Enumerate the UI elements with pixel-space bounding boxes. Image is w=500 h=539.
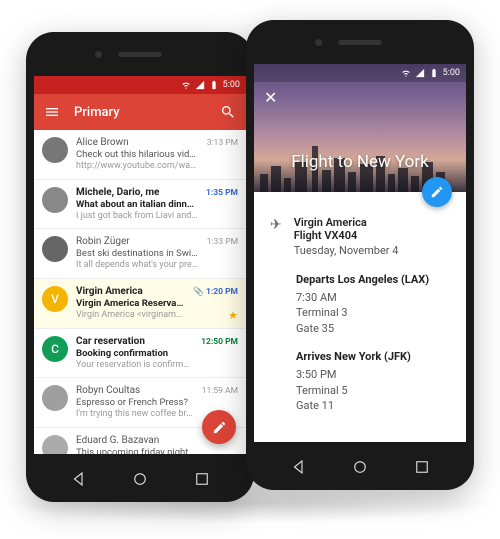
arrival-time: 3:50 PM: [296, 367, 450, 382]
phone-flight: 5:00 ✕: [246, 20, 474, 490]
sender: Robyn Coultas: [76, 385, 194, 397]
sender: Robin Züger: [76, 236, 199, 248]
flight-details: ✈ Virgin America Flight VX404 Tuesday, N…: [254, 192, 466, 437]
sender: Virgin America: [76, 286, 185, 298]
arrival-gate: Gate 11: [296, 398, 450, 413]
email-row[interactable]: V Virgin AmericaVirgin America Reservatio…: [34, 279, 246, 329]
back-button[interactable]: [290, 458, 308, 476]
inbox-title: Primary: [74, 105, 206, 120]
sender: Car reservation: [76, 336, 193, 348]
snippet: Your reservation is confirmed. Please...: [76, 360, 193, 371]
flight-date: Tuesday, November 4: [294, 244, 399, 257]
android-navbar: [246, 452, 474, 482]
snippet: Virgin America <virginamerica@elev...: [76, 310, 185, 321]
attachment-icon: 📎: [193, 287, 204, 297]
edit-fab[interactable]: [422, 177, 452, 207]
email-row[interactable]: Michele, Dario, meWhat about an italian …: [34, 180, 246, 230]
email-time: 11:59 AM: [202, 385, 238, 396]
close-icon[interactable]: ✕: [264, 88, 277, 107]
departure-gate: Gate 35: [296, 321, 450, 336]
wifi-icon: [401, 68, 411, 78]
subject: Virgin America Reservation VX404: [76, 298, 185, 310]
email-content: Robyn CoultasEspresso or French Press?I'…: [76, 385, 194, 420]
phone-gmail: 5:00 Primary Alice BrownCheck out this h…: [26, 32, 254, 502]
avatar: [42, 385, 68, 411]
email-time: 📎 1:20 PM: [193, 286, 238, 297]
departure-section: Departs Los Angeles (LAX) 7:30 AM Termin…: [296, 273, 450, 336]
compose-fab[interactable]: [202, 410, 236, 444]
email-content: Michele, Dario, meWhat about an italian …: [76, 187, 198, 222]
sender: Alice Brown: [76, 137, 199, 149]
avatar: C: [42, 336, 68, 362]
status-time: 5:00: [223, 80, 240, 90]
battery-icon: [429, 68, 439, 78]
avatar: [42, 187, 68, 213]
departure-terminal: Terminal 3: [296, 305, 450, 320]
status-bar: 5:00: [34, 76, 246, 94]
gmail-header: Primary: [34, 94, 246, 130]
flight-hero: 5:00 ✕: [254, 64, 466, 192]
email-time: 12:50 PM: [201, 336, 238, 347]
recents-button[interactable]: [193, 470, 211, 488]
email-content: Virgin AmericaVirgin America Reservation…: [76, 286, 185, 321]
subject: Espresso or French Press?: [76, 397, 194, 409]
snippet: I just got back from Liavi and I've plen…: [76, 211, 198, 222]
pencil-icon: [430, 185, 444, 199]
signal-icon: [195, 80, 205, 90]
star-icon[interactable]: ★: [228, 309, 238, 322]
email-content: Robin ZügerBest ski destinations in Swit…: [76, 236, 199, 271]
avatar: [42, 137, 68, 163]
arrival-head: Arrives New York (JFK): [296, 350, 450, 363]
email-time: 1:33 PM: [207, 236, 238, 247]
home-button[interactable]: [351, 458, 369, 476]
wifi-icon: [181, 80, 191, 90]
avatar: [42, 236, 68, 262]
status-bar: 5:00: [254, 64, 466, 82]
screen-gmail: 5:00 Primary Alice BrownCheck out this h…: [34, 76, 246, 454]
search-icon[interactable]: [220, 104, 236, 120]
departure-time: 7:30 AM: [296, 290, 450, 305]
screen-flight: 5:00 ✕: [254, 64, 466, 442]
arrival-section: Arrives New York (JFK) 3:50 PM Terminal …: [296, 350, 450, 413]
status-time: 5:00: [443, 68, 460, 78]
subject: This upcoming friday night: [76, 447, 230, 454]
snippet: I'm trying this new coffee brewing place…: [76, 409, 194, 420]
subject: Check out this hilarious video!: [76, 149, 199, 161]
pencil-icon: [212, 420, 227, 435]
android-navbar: [26, 464, 254, 494]
recents-button[interactable]: [413, 458, 431, 476]
email-content: Car reservationBooking confirmationYour …: [76, 336, 193, 371]
sender: Michele, Dario, me: [76, 187, 198, 199]
signal-icon: [415, 68, 425, 78]
email-time: 3:13 PM: [207, 137, 238, 148]
email-row[interactable]: Alice BrownCheck out this hilarious vide…: [34, 130, 246, 180]
subject: Booking confirmation: [76, 348, 193, 360]
battery-icon: [209, 80, 219, 90]
flight-title: Flight to New York: [254, 152, 466, 172]
subject: Best ski destinations in Switzerland: [76, 248, 199, 260]
back-button[interactable]: [70, 470, 88, 488]
avatar: V: [42, 286, 68, 312]
home-button[interactable]: [131, 470, 149, 488]
email-time: 1:35 PM: [206, 187, 238, 198]
email-list: Alice BrownCheck out this hilarious vide…: [34, 130, 246, 454]
snippet: It all depends what's your preferences i…: [76, 260, 199, 271]
email-content: Alice BrownCheck out this hilarious vide…: [76, 137, 199, 172]
flight-number: Flight VX404: [294, 229, 399, 242]
snippet: http://www.youtube.com/watch?v=89...: [76, 161, 199, 172]
avatar: [42, 435, 68, 454]
email-row[interactable]: Robin ZügerBest ski destinations in Swit…: [34, 229, 246, 279]
menu-icon[interactable]: [44, 104, 60, 120]
airline-name: Virgin America: [294, 216, 399, 229]
subject: What about an italian dinner?: [76, 199, 198, 211]
airplane-icon: ✈: [270, 216, 282, 257]
email-row[interactable]: C Car reservationBooking confirmationYour…: [34, 329, 246, 379]
departure-head: Departs Los Angeles (LAX): [296, 273, 450, 286]
arrival-terminal: Terminal 5: [296, 383, 450, 398]
